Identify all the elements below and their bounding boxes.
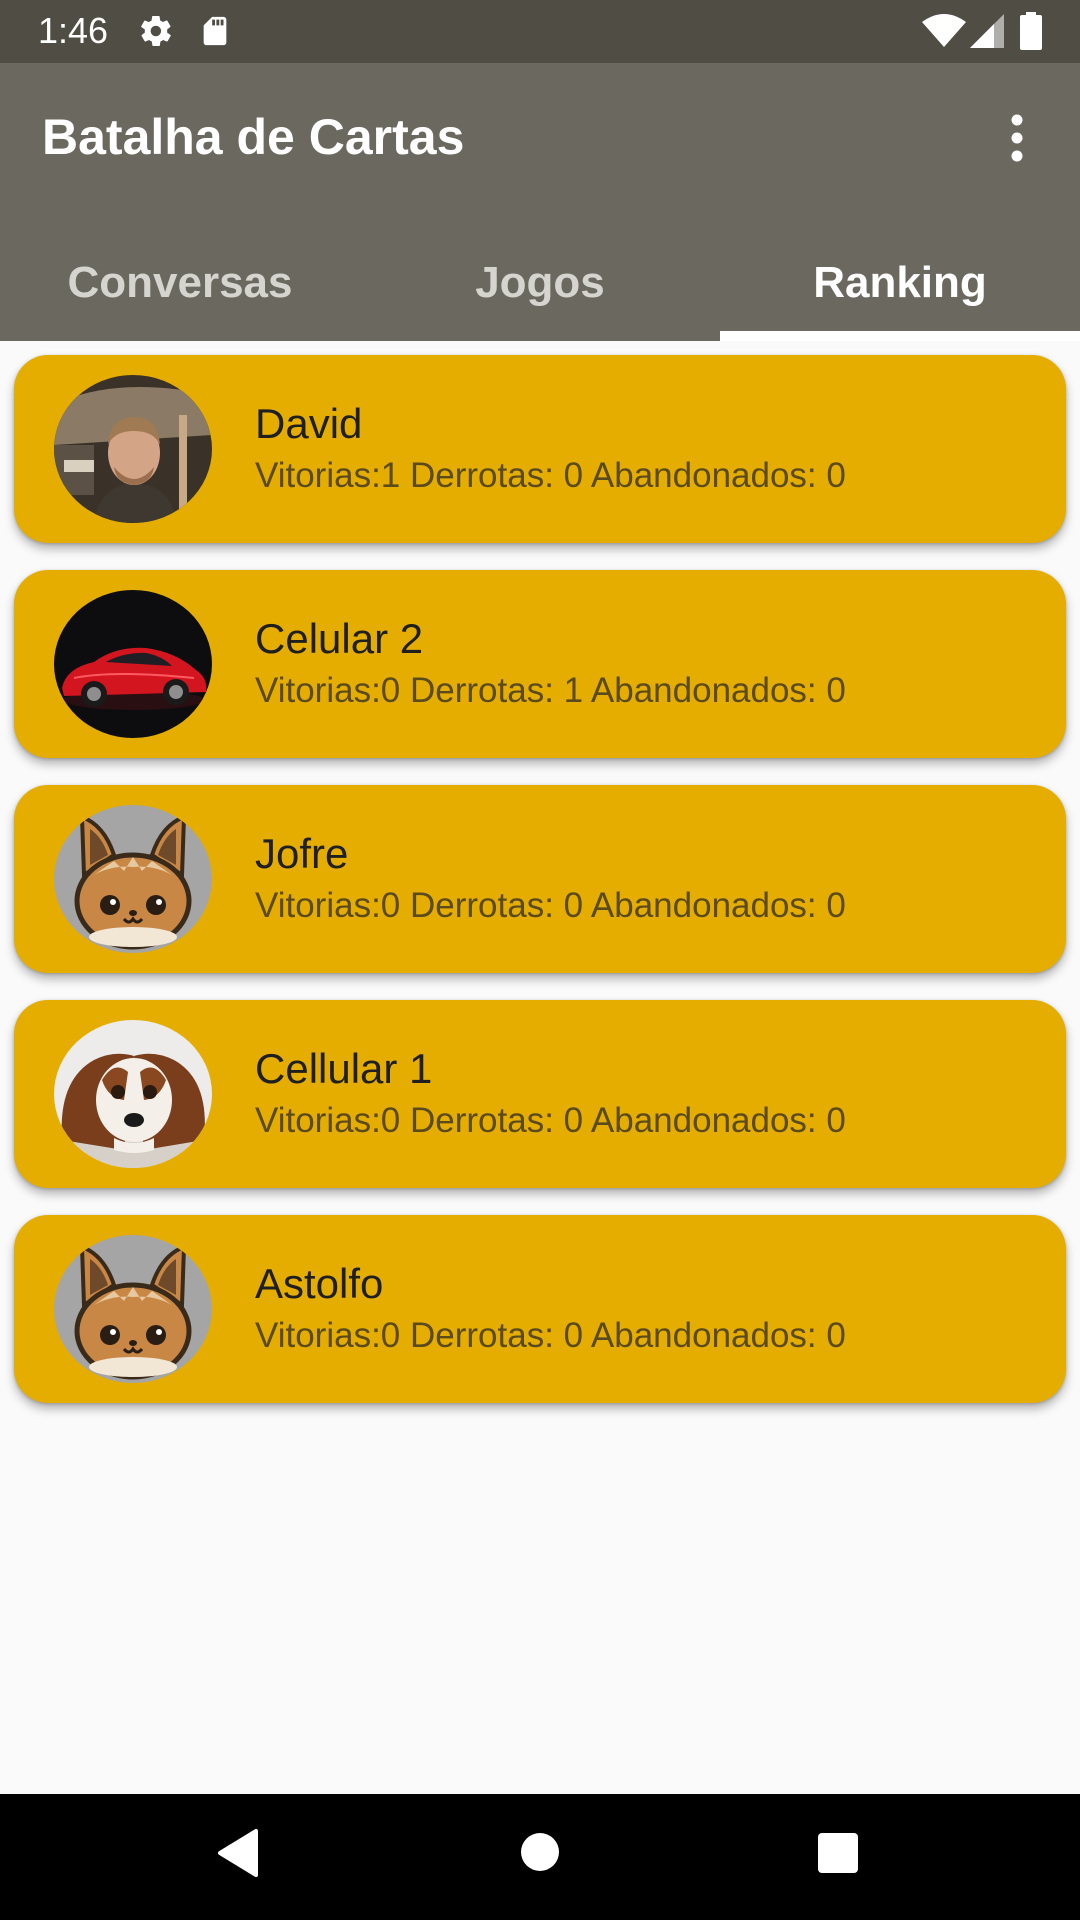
signal-icon	[970, 14, 1004, 53]
tab-ranking[interactable]: Ranking	[720, 241, 1080, 341]
player-name: Cellular 1	[255, 1045, 433, 1092]
player-name: Jofre	[255, 830, 349, 877]
ranking-card[interactable]: David Vitorias:1 Derrotas: 0 Abandonados…	[14, 355, 1066, 543]
status-bar: 1:46	[0, 0, 1080, 63]
sd-card-icon	[198, 13, 232, 54]
status-time: 1:46	[38, 10, 109, 51]
app-screen: 1:46 Batalha de Cartas Conversas Jogos R…	[0, 0, 1080, 1920]
player-name: Celular 2	[255, 615, 424, 662]
wifi-icon	[922, 14, 966, 53]
player-name: Astolfo	[255, 1260, 384, 1307]
player-stats: Vitorias:0 Derrotas: 0 Abandonados: 0	[255, 1316, 846, 1355]
avatar-cartoon-fox	[54, 1235, 212, 1383]
avatar-dog-photo	[54, 1020, 212, 1168]
home-icon[interactable]	[520, 1832, 560, 1877]
avatar-cartoon-fox	[54, 805, 212, 953]
more-vert-icon[interactable]	[990, 111, 1044, 165]
player-stats: Vitorias:0 Derrotas: 0 Abandonados: 0	[255, 886, 846, 925]
recents-icon[interactable]	[817, 1832, 859, 1879]
back-icon[interactable]	[216, 1828, 260, 1883]
app-bar: Batalha de Cartas Conversas Jogos Rankin…	[0, 63, 1080, 341]
avatar-red-car-photo	[54, 590, 212, 738]
ranking-card[interactable]: Astolfo Vitorias:0 Derrotas: 0 Abandonad…	[14, 1215, 1066, 1403]
ranking-card[interactable]: Jofre Vitorias:0 Derrotas: 0 Abandonados…	[14, 785, 1066, 973]
avatar-man-photo	[54, 375, 212, 523]
ranking-card[interactable]: Celular 2 Vitorias:0 Derrotas: 1 Abandon…	[14, 570, 1066, 758]
ranking-card[interactable]: Cellular 1 Vitorias:0 Derrotas: 0 Abando…	[14, 1000, 1066, 1188]
app-title: Batalha de Cartas	[42, 109, 465, 165]
tab-jogos[interactable]: Jogos	[360, 241, 720, 341]
player-stats: Vitorias:1 Derrotas: 0 Abandonados: 0	[255, 456, 846, 495]
navigation-bar	[0, 1794, 1080, 1920]
tab-conversas[interactable]: Conversas	[0, 241, 360, 341]
player-name: David	[255, 400, 363, 447]
settings-icon	[138, 13, 174, 54]
battery-icon	[1020, 12, 1042, 55]
player-stats: Vitorias:0 Derrotas: 0 Abandonados: 0	[255, 1101, 846, 1140]
player-stats: Vitorias:0 Derrotas: 1 Abandonados: 0	[255, 671, 846, 710]
tab-indicator	[720, 331, 1080, 341]
